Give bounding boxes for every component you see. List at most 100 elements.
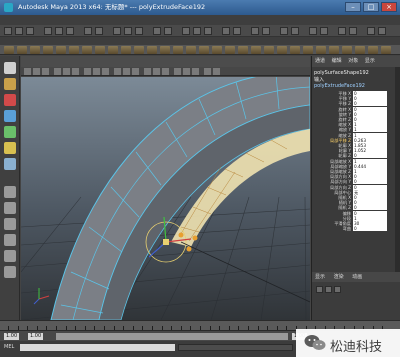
lasso-tool-icon[interactable] xyxy=(4,78,16,90)
shelf-tool-icon[interactable] xyxy=(173,46,183,54)
viewport-tool-icon[interactable] xyxy=(204,68,211,75)
viewport-tool-icon[interactable] xyxy=(63,68,70,75)
status-icon[interactable] xyxy=(95,27,103,35)
shelf-tool-icon[interactable] xyxy=(43,46,53,54)
viewport-tool-icon[interactable] xyxy=(153,68,160,75)
shelf-tool-icon[interactable] xyxy=(290,46,300,54)
shelf-tool-icon[interactable] xyxy=(95,46,105,54)
viewport-menu-bar[interactable] xyxy=(21,56,310,71)
status-icon[interactable] xyxy=(84,27,92,35)
viewport-tool-icon[interactable] xyxy=(123,68,130,75)
new-layer-icon[interactable] xyxy=(316,286,323,293)
layout-single-icon[interactable] xyxy=(4,186,16,198)
attribute-row[interactable]: 弯曲 0 xyxy=(312,226,400,232)
channel-menu-show[interactable]: 显示 xyxy=(365,58,375,64)
shelf-tool-icon[interactable] xyxy=(56,46,66,54)
viewport-tool-icon[interactable] xyxy=(42,68,49,75)
viewport-tool-icon[interactable] xyxy=(84,68,91,75)
scale-handle[interactable] xyxy=(186,246,192,252)
shelf-tool-icon[interactable] xyxy=(342,46,352,54)
status-icon[interactable] xyxy=(251,27,259,35)
layer-tab-render[interactable]: 渲染 xyxy=(334,274,344,280)
status-icon[interactable] xyxy=(338,27,346,35)
layer-tab-display[interactable]: 显示 xyxy=(315,274,325,280)
viewport-tool-icon[interactable] xyxy=(183,68,190,75)
status-icon[interactable] xyxy=(26,27,34,35)
layout-four-icon[interactable] xyxy=(4,202,16,214)
status-icon[interactable] xyxy=(262,27,270,35)
paint-select-tool-icon[interactable] xyxy=(4,94,16,106)
shelf-tool-icon[interactable] xyxy=(277,46,287,54)
status-icon[interactable] xyxy=(124,27,132,35)
shelf-tool-icon[interactable] xyxy=(147,46,157,54)
new-layer-selected-icon[interactable] xyxy=(325,286,332,293)
viewport-toolbar[interactable] xyxy=(21,67,310,76)
status-icon[interactable] xyxy=(113,27,121,35)
shelf-tool-icon[interactable] xyxy=(134,46,144,54)
shelf-tabs[interactable] xyxy=(0,37,400,52)
attribute-value-field[interactable]: 0 xyxy=(353,226,387,232)
shelf-tool-icon[interactable] xyxy=(303,46,313,54)
status-icon[interactable] xyxy=(4,27,12,35)
viewport-tool-icon[interactable] xyxy=(192,68,199,75)
shelf-tool-icon[interactable] xyxy=(4,46,14,54)
viewport-tool-icon[interactable] xyxy=(114,68,121,75)
shelf-tool-icon[interactable] xyxy=(225,46,235,54)
shelf-tool-icon[interactable] xyxy=(355,46,365,54)
channel-menu-edit[interactable]: 编辑 xyxy=(332,58,342,64)
manipulator-center[interactable] xyxy=(163,239,169,245)
layer-editor-tabs[interactable]: 显示 渲染 动画 xyxy=(312,272,400,282)
viewport-tool-icon[interactable] xyxy=(72,68,79,75)
start-time-field[interactable]: 1.00 xyxy=(4,333,20,340)
status-icon[interactable] xyxy=(182,27,190,35)
viewport-tool-icon[interactable] xyxy=(33,68,40,75)
viewport-tool-icon[interactable] xyxy=(213,68,220,75)
range-track[interactable] xyxy=(56,333,288,340)
layer-tab-anim[interactable]: 动画 xyxy=(352,274,362,280)
status-icon[interactable] xyxy=(378,27,386,35)
mel-label[interactable]: MEL xyxy=(4,344,14,350)
status-icon[interactable] xyxy=(349,27,357,35)
status-line[interactable] xyxy=(0,25,400,37)
shelf-tool-icon[interactable] xyxy=(368,46,378,54)
shelf-tool-icon[interactable] xyxy=(264,46,274,54)
status-icon[interactable] xyxy=(204,27,212,35)
viewport-tool-icon[interactable] xyxy=(24,68,31,75)
status-icon[interactable] xyxy=(55,27,63,35)
minimize-button[interactable]: – xyxy=(345,2,361,12)
range-start-field[interactable]: 1.00 xyxy=(28,333,44,340)
status-icon[interactable] xyxy=(233,27,241,35)
viewport-tool-icon[interactable] xyxy=(162,68,169,75)
shelf-tool-icon[interactable] xyxy=(251,46,261,54)
status-icon[interactable] xyxy=(291,27,299,35)
select-tool-icon[interactable] xyxy=(4,62,16,74)
manipulator-tool-icon[interactable] xyxy=(4,158,16,170)
channel-box-scrollbar[interactable] xyxy=(395,67,400,272)
layout-hypershade-icon[interactable] xyxy=(4,266,16,278)
layer-options-icon[interactable] xyxy=(334,286,341,293)
viewport-tool-icon[interactable] xyxy=(102,68,109,75)
layout-split-icon[interactable] xyxy=(4,218,16,230)
status-icon[interactable] xyxy=(320,27,328,35)
status-icon[interactable] xyxy=(222,27,230,35)
channel-menu-channels[interactable]: 通道 xyxy=(315,58,325,64)
shelf[interactable] xyxy=(0,45,400,55)
layout-graph-icon[interactable] xyxy=(4,250,16,262)
status-icon[interactable] xyxy=(164,27,172,35)
scale-tool-icon[interactable] xyxy=(4,142,16,154)
shelf-tool-icon[interactable] xyxy=(17,46,27,54)
status-icon[interactable] xyxy=(367,27,375,35)
shelf-tool-icon[interactable] xyxy=(82,46,92,54)
shelf-tool-icon[interactable] xyxy=(212,46,222,54)
status-icon[interactable] xyxy=(153,27,161,35)
viewport-3d[interactable] xyxy=(21,77,310,320)
command-input[interactable] xyxy=(20,344,175,351)
scale-handle[interactable] xyxy=(178,232,184,238)
shelf-tool-icon[interactable] xyxy=(316,46,326,54)
maximize-button[interactable]: □ xyxy=(363,2,379,12)
shelf-tool-icon[interactable] xyxy=(30,46,40,54)
status-icon[interactable] xyxy=(44,27,52,35)
shelf-tool-icon[interactable] xyxy=(160,46,170,54)
shelf-tool-icon[interactable] xyxy=(199,46,209,54)
status-icon[interactable] xyxy=(309,27,317,35)
